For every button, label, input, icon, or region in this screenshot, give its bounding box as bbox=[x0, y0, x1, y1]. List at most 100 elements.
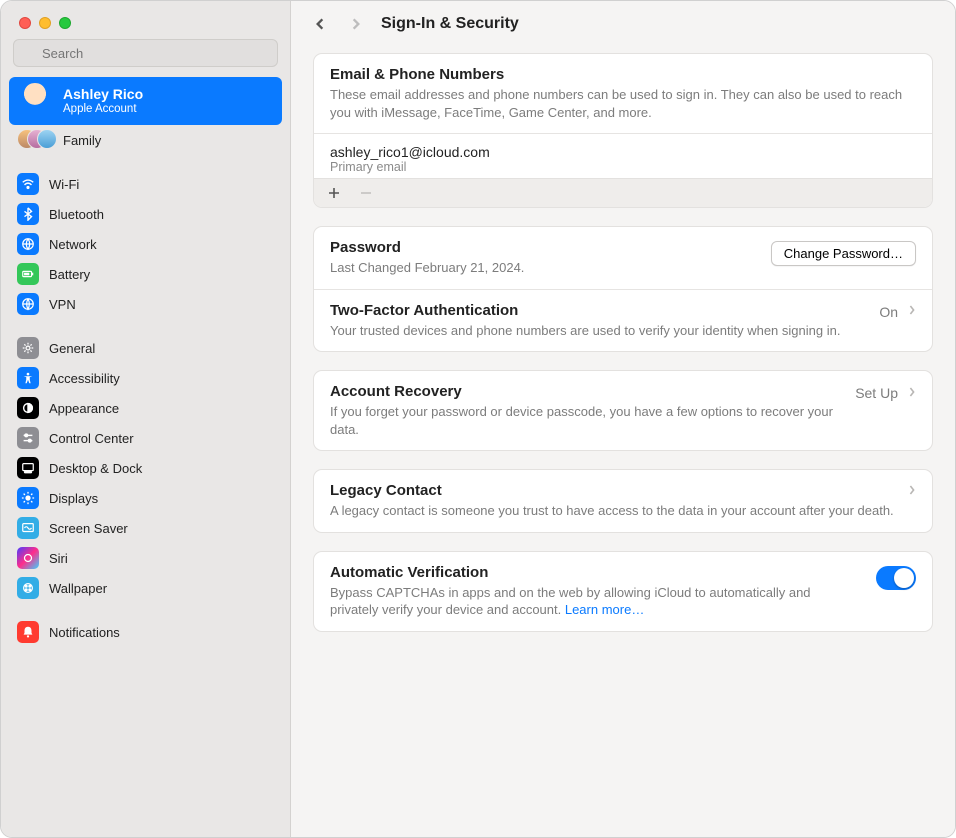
sidebar-item-accessibility[interactable]: Accessibility bbox=[9, 363, 282, 393]
bluetooth-icon bbox=[17, 203, 39, 225]
chevron-right-icon bbox=[908, 386, 916, 401]
sidebar-item-wallpaper[interactable]: Wallpaper bbox=[9, 573, 282, 603]
legacy-contact-row[interactable]: Legacy Contact A legacy contact is someo… bbox=[314, 470, 932, 532]
sidebar: Ashley Rico Apple Account Family Wi-Fi bbox=[1, 1, 291, 837]
password-desc: Last Changed February 21, 2024. bbox=[330, 259, 757, 277]
search-input[interactable] bbox=[13, 39, 278, 67]
account-recovery-desc: If you forget your password or device pa… bbox=[330, 403, 841, 438]
account-sub: Apple Account bbox=[63, 103, 143, 117]
sidebar-item-label: Notifications bbox=[49, 625, 120, 640]
automatic-verification-toggle[interactable] bbox=[876, 566, 916, 590]
account-recovery-status: Set Up bbox=[855, 385, 898, 401]
sidebar-item-label: Wallpaper bbox=[49, 581, 107, 596]
add-email-button[interactable] bbox=[324, 183, 344, 203]
two-factor-row[interactable]: Two-Factor Authentication Your trusted d… bbox=[314, 290, 932, 352]
fullscreen-window-button[interactable] bbox=[59, 17, 71, 29]
email-address: ashley_rico1@icloud.com bbox=[330, 144, 916, 160]
close-window-button[interactable] bbox=[19, 17, 31, 29]
sidebar-item-desktop-dock[interactable]: Desktop & Dock bbox=[9, 453, 282, 483]
automatic-verification-row: Automatic Verification Bypass CAPTCHAs i… bbox=[314, 552, 932, 631]
accessibility-icon bbox=[17, 367, 39, 389]
sidebar-item-label: General bbox=[49, 341, 95, 356]
sidebar-item-wifi[interactable]: Wi-Fi bbox=[9, 169, 282, 199]
remove-email-button[interactable] bbox=[356, 183, 376, 203]
sidebar-item-displays[interactable]: Displays bbox=[9, 483, 282, 513]
sidebar-item-screen-saver[interactable]: Screen Saver bbox=[9, 513, 282, 543]
learn-more-link[interactable]: Learn more… bbox=[565, 602, 644, 617]
two-factor-status: On bbox=[879, 304, 898, 320]
legacy-contact-title: Legacy Contact bbox=[330, 482, 894, 499]
sidebar-item-battery[interactable]: Battery bbox=[9, 259, 282, 289]
sidebar-item-label: Appearance bbox=[49, 401, 119, 416]
email-phone-title: Email & Phone Numbers bbox=[330, 66, 916, 83]
password-panel: Password Last Changed February 21, 2024.… bbox=[313, 226, 933, 352]
sidebar-item-label: Bluetooth bbox=[49, 207, 104, 222]
two-factor-title: Two-Factor Authentication bbox=[330, 302, 865, 319]
sidebar-item-label: Desktop & Dock bbox=[49, 461, 142, 476]
sidebar-item-label: Wi-Fi bbox=[49, 177, 79, 192]
control-center-icon bbox=[17, 427, 39, 449]
page-title: Sign-In & Security bbox=[381, 15, 519, 33]
chevron-right-icon bbox=[908, 304, 916, 319]
notifications-icon bbox=[17, 621, 39, 643]
sidebar-item-label: Screen Saver bbox=[49, 521, 128, 536]
sidebar-item-label: VPN bbox=[49, 297, 76, 312]
automatic-verification-desc: Bypass CAPTCHAs in apps and on the web b… bbox=[330, 584, 862, 619]
sidebar-item-control-center[interactable]: Control Center bbox=[9, 423, 282, 453]
sidebar-item-appearance[interactable]: Appearance bbox=[9, 393, 282, 423]
two-factor-desc: Your trusted devices and phone numbers a… bbox=[330, 322, 865, 340]
sidebar-item-apple-account[interactable]: Ashley Rico Apple Account bbox=[9, 77, 282, 125]
sidebar-item-network[interactable]: Network bbox=[9, 229, 282, 259]
email-phone-desc: These email addresses and phone numbers … bbox=[330, 86, 916, 121]
sidebar-item-bluetooth[interactable]: Bluetooth bbox=[9, 199, 282, 229]
email-row[interactable]: ashley_rico1@icloud.com Primary email bbox=[314, 134, 932, 178]
screen-saver-icon bbox=[17, 517, 39, 539]
sidebar-item-family[interactable]: Family bbox=[9, 125, 282, 155]
email-phone-panel: Email & Phone Numbers These email addres… bbox=[313, 53, 933, 208]
avatar bbox=[17, 83, 53, 119]
sidebar-item-notifications[interactable]: Notifications bbox=[9, 617, 282, 647]
forward-button[interactable] bbox=[345, 13, 367, 35]
sidebar-item-label: Battery bbox=[49, 267, 90, 282]
gear-icon bbox=[17, 337, 39, 359]
change-password-button[interactable]: Change Password… bbox=[771, 241, 916, 266]
sidebar-item-siri[interactable]: Siri bbox=[9, 543, 282, 573]
desktop-dock-icon bbox=[17, 457, 39, 479]
automatic-verification-title: Automatic Verification bbox=[330, 564, 862, 581]
wifi-icon bbox=[17, 173, 39, 195]
wallpaper-icon bbox=[17, 577, 39, 599]
appearance-icon bbox=[17, 397, 39, 419]
family-avatars-icon bbox=[17, 129, 53, 151]
email-phone-footer bbox=[314, 178, 932, 207]
sidebar-item-label: Network bbox=[49, 237, 97, 252]
titlebar: Sign-In & Security bbox=[291, 1, 955, 45]
account-recovery-title: Account Recovery bbox=[330, 383, 841, 400]
account-recovery-row[interactable]: Account Recovery If you forget your pass… bbox=[314, 371, 932, 450]
automatic-verification-panel: Automatic Verification Bypass CAPTCHAs i… bbox=[313, 551, 933, 632]
legacy-contact-desc: A legacy contact is someone you trust to… bbox=[330, 502, 894, 520]
sidebar-item-label: Siri bbox=[49, 551, 68, 566]
chevron-right-icon bbox=[908, 484, 916, 499]
sidebar-nav: Ashley Rico Apple Account Family Wi-Fi bbox=[1, 77, 290, 837]
legacy-contact-panel: Legacy Contact A legacy contact is someo… bbox=[313, 469, 933, 533]
window-controls bbox=[1, 1, 290, 39]
sidebar-item-vpn[interactable]: VPN bbox=[9, 289, 282, 319]
main-content: Sign-In & Security Email & Phone Numbers… bbox=[291, 1, 955, 837]
account-name: Ashley Rico bbox=[63, 86, 143, 103]
sidebar-item-label: Family bbox=[63, 133, 101, 148]
password-row: Password Last Changed February 21, 2024.… bbox=[314, 227, 932, 289]
sidebar-item-general[interactable]: General bbox=[9, 333, 282, 363]
displays-icon bbox=[17, 487, 39, 509]
sidebar-item-label: Displays bbox=[49, 491, 98, 506]
vpn-icon bbox=[17, 293, 39, 315]
password-title: Password bbox=[330, 239, 757, 256]
network-icon bbox=[17, 233, 39, 255]
siri-icon bbox=[17, 547, 39, 569]
account-recovery-panel: Account Recovery If you forget your pass… bbox=[313, 370, 933, 451]
back-button[interactable] bbox=[309, 13, 331, 35]
battery-icon bbox=[17, 263, 39, 285]
email-tag: Primary email bbox=[330, 160, 916, 174]
sidebar-item-label: Control Center bbox=[49, 431, 134, 446]
minimize-window-button[interactable] bbox=[39, 17, 51, 29]
sidebar-item-label: Accessibility bbox=[49, 371, 120, 386]
